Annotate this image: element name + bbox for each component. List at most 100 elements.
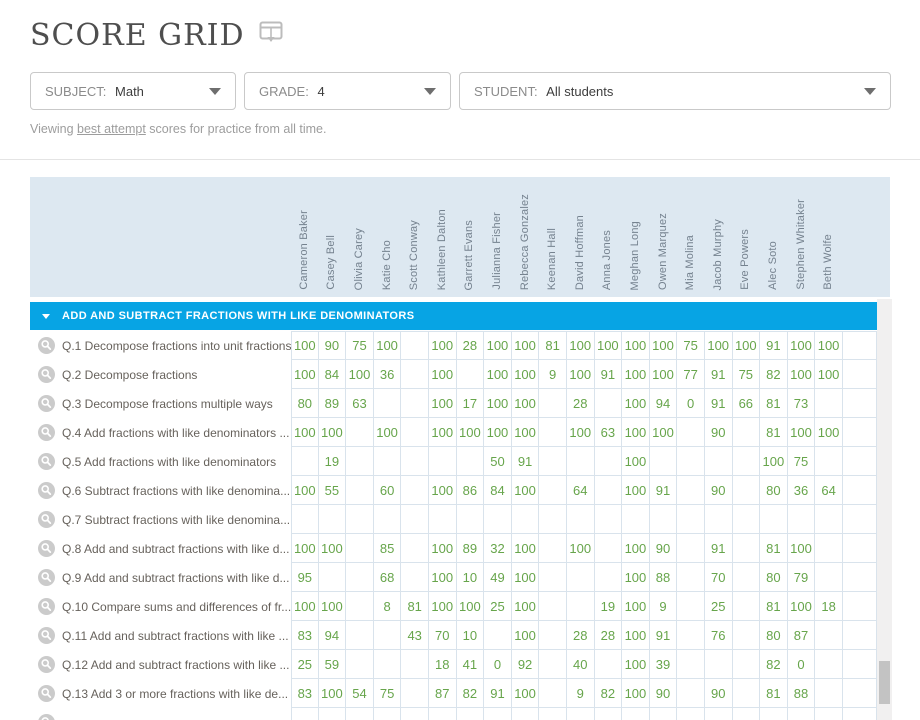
student-column-header[interactable]: David Hoffman [574, 215, 586, 290]
section-divider [0, 159, 920, 160]
score-cell: 84 [484, 476, 512, 505]
score-cell: 81 [401, 592, 429, 621]
score-cell: 75 [733, 360, 761, 389]
preview-skill-icon[interactable] [38, 627, 55, 644]
preview-skill-icon[interactable] [38, 337, 55, 354]
empty-cell [843, 621, 877, 650]
best-attempt-link[interactable]: best attempt [77, 122, 146, 136]
score-cell: 100 [512, 621, 540, 650]
student-filter-dropdown[interactable]: STUDENT: All students [459, 72, 891, 110]
student-column-header[interactable]: Eve Powers [739, 229, 751, 290]
student-column-header[interactable]: Katie Cho [381, 240, 393, 290]
score-cell: 100 [429, 592, 457, 621]
student-column-header[interactable]: Meghan Long [629, 221, 641, 290]
export-grid-icon[interactable] [259, 21, 284, 50]
student-column-header[interactable]: Scott Conway [408, 220, 420, 290]
score-cell: 75 [346, 331, 374, 360]
table-row: Q.10 Compare sums and differences of fr.… [30, 592, 877, 621]
page-title: SCORE GRID [30, 18, 245, 53]
preview-skill-icon[interactable] [38, 482, 55, 499]
student-column-header[interactable]: Stephen Whitaker [795, 199, 807, 290]
preview-skill-icon[interactable] [38, 598, 55, 615]
preview-skill-icon[interactable] [38, 656, 55, 673]
student-column-header[interactable]: Olivia Carey [353, 228, 365, 290]
table-row: Q.3 Decompose fractions multiple ways808… [30, 389, 877, 418]
score-cell: 100 [429, 418, 457, 447]
score-cell [539, 563, 567, 592]
grade-filter-dropdown[interactable]: GRADE: 4 [244, 72, 451, 110]
preview-skill-icon[interactable] [38, 685, 55, 702]
preview-skill-icon[interactable] [38, 540, 55, 557]
empty-cell [843, 679, 877, 708]
student-column-header[interactable]: Rebecca Gonzalez [519, 194, 531, 290]
student-column-header[interactable]: Casey Bell [325, 235, 337, 290]
score-cell: 100 [788, 534, 816, 563]
student-column-header[interactable]: Kathleen Dalton [436, 209, 448, 290]
student-column-header[interactable]: Alec Soto [767, 241, 779, 290]
section-header-label: ADD AND SUBTRACT FRACTIONS WITH LIKE DEN… [62, 310, 414, 322]
preview-skill-icon[interactable] [38, 366, 55, 383]
student-column-header[interactable]: Keenan Hall [546, 228, 558, 290]
score-cell: 100 [622, 389, 650, 418]
student-column-header[interactable]: Jacob Murphy [712, 219, 724, 291]
student-column-header[interactable]: Mia Molina [684, 235, 696, 290]
preview-skill-icon[interactable] [38, 453, 55, 470]
student-column-header[interactable]: Garrett Evans [463, 220, 475, 290]
student-column-header[interactable]: Beth Wolfe [822, 234, 834, 290]
score-cell [705, 447, 733, 476]
skill-row-label: Q.10 Compare sums and differences of fr.… [30, 592, 291, 621]
score-cell [788, 708, 816, 720]
score-cell: 19 [595, 592, 623, 621]
score-cell: 80 [291, 389, 319, 418]
skill-row-label: Q.4 Add fractions with like denominators… [30, 418, 291, 447]
score-cell [595, 476, 623, 505]
score-cell [484, 621, 512, 650]
score-cell [539, 650, 567, 679]
score-cell: 80 [760, 621, 788, 650]
score-cell: 100 [512, 679, 540, 708]
score-cell: 84 [319, 360, 347, 389]
score-cell: 100 [622, 621, 650, 650]
skill-row-label: Q.12 Add and subtract fractions with lik… [30, 650, 291, 679]
preview-skill-icon[interactable] [38, 395, 55, 412]
score-cell [622, 505, 650, 534]
score-cell: 100 [760, 447, 788, 476]
score-cell: 28 [457, 331, 485, 360]
table-row: Q.11 Add and subtract fractions with lik… [30, 621, 877, 650]
score-cell: 100 [622, 563, 650, 592]
vertical-scrollbar-track[interactable] [877, 299, 892, 720]
score-cell: 100 [374, 418, 402, 447]
score-cell: 100 [512, 476, 540, 505]
score-cell [457, 360, 485, 389]
score-cell: 81 [760, 418, 788, 447]
vertical-scrollbar-thumb[interactable] [879, 661, 890, 704]
chevron-down-icon [424, 88, 436, 95]
score-cell [677, 650, 705, 679]
score-cell [291, 447, 319, 476]
preview-skill-icon[interactable] [38, 714, 55, 720]
score-cell [595, 534, 623, 563]
filter-bar: SUBJECT: Math GRADE: 4 STUDENT: All stud… [30, 72, 891, 110]
viewing-note: Viewing best attempt scores for practice… [30, 122, 326, 136]
score-cell [539, 621, 567, 650]
viewing-note-prefix: Viewing [30, 122, 77, 136]
student-column-header[interactable]: Cameron Baker [298, 210, 310, 290]
student-column-header[interactable]: Julianna Fisher [491, 212, 503, 290]
table-row: Q.4 Add fractions with like denominators… [30, 418, 877, 447]
student-column-header[interactable]: Anna Jones [601, 230, 613, 290]
score-cell [346, 447, 374, 476]
score-cell: 89 [319, 389, 347, 418]
preview-skill-icon[interactable] [38, 424, 55, 441]
score-cell: 95 [291, 563, 319, 592]
preview-skill-icon[interactable] [38, 511, 55, 528]
section-header-bar[interactable]: ADD AND SUBTRACT FRACTIONS WITH LIKE DEN… [30, 302, 877, 330]
score-cell: 100 [512, 331, 540, 360]
empty-cell [843, 563, 877, 592]
preview-skill-icon[interactable] [38, 569, 55, 586]
score-cell [539, 592, 567, 621]
score-cell [677, 476, 705, 505]
student-column-header[interactable]: Owen Marquez [657, 213, 669, 290]
score-cell [374, 621, 402, 650]
score-cell [539, 389, 567, 418]
subject-filter-dropdown[interactable]: SUBJECT: Math [30, 72, 236, 110]
